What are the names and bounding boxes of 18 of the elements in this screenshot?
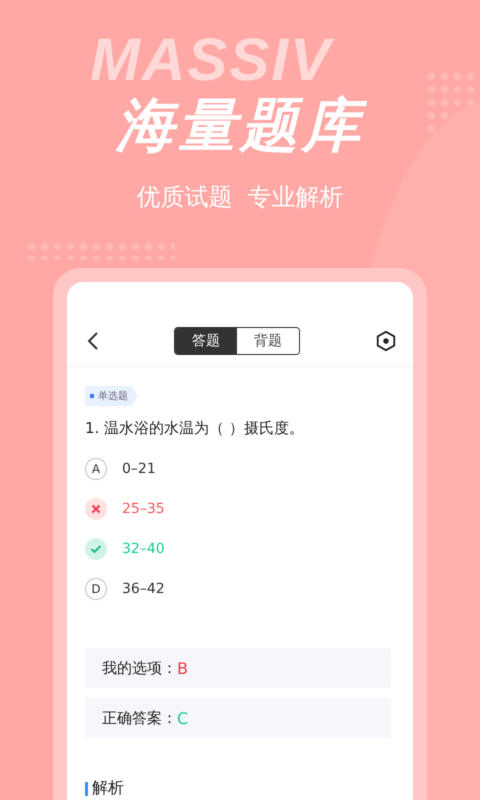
answer-value: C xyxy=(177,708,188,728)
option-letter[interactable]: D xyxy=(85,578,107,600)
option-text[interactable]: 0–21 xyxy=(122,461,156,477)
answer-label: 我的选项： xyxy=(102,658,177,678)
option-text[interactable]: 36–42 xyxy=(122,581,165,597)
mode-tab[interactable]: 答题 xyxy=(175,328,237,354)
section-title: 解析 xyxy=(92,778,124,799)
cross-icon xyxy=(85,498,107,520)
option-letter[interactable]: A xyxy=(85,458,107,480)
subtitle: 优质试题 专业解析 xyxy=(136,182,344,213)
check-icon xyxy=(85,538,107,560)
answer-label: 正确答案： xyxy=(102,708,177,728)
back-icon[interactable] xyxy=(87,331,99,351)
answer-value: B xyxy=(177,658,188,678)
question-type-tag: 单选题 xyxy=(85,386,138,406)
question-text: 1. 温水浴的水温为（ ）摄氏度。 xyxy=(85,418,305,438)
settings-icon[interactable] xyxy=(375,330,397,352)
accent-bar xyxy=(85,782,88,796)
